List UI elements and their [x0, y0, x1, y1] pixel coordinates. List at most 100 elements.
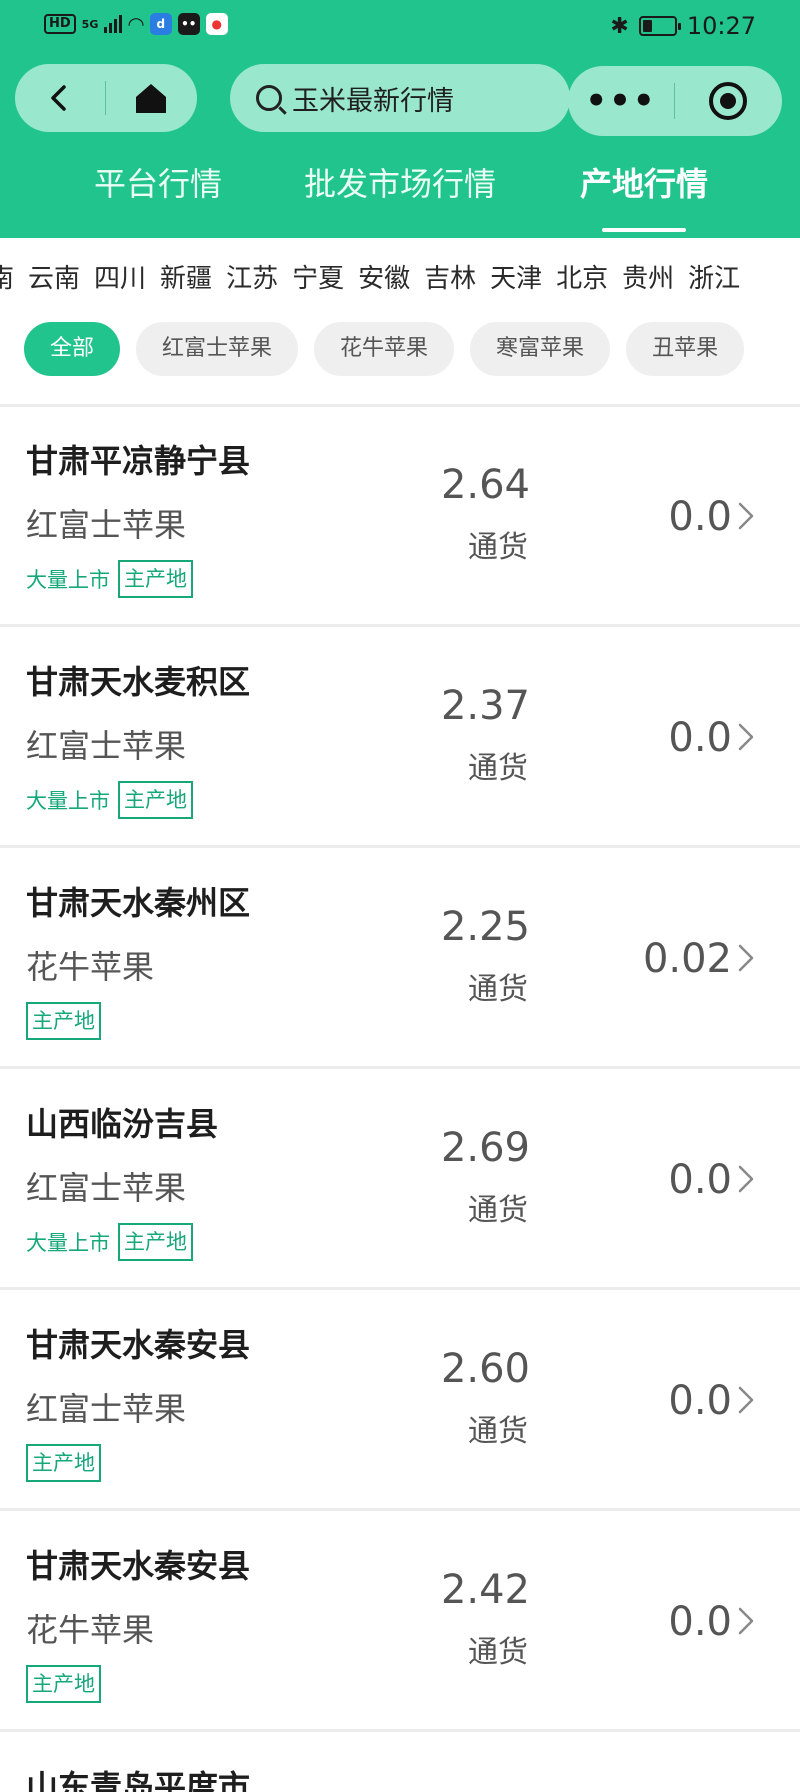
app-notification-icon: d — [149, 13, 172, 35]
hd-badge: HD — [44, 14, 76, 34]
quote-row[interactable]: 甘肃天水麦积区 红富士苹果 大量上市 主产地 2.37 通货 0.0 — [0, 627, 800, 848]
main-origin-badge: 主产地 — [118, 781, 193, 819]
tab-label: 产地行情 — [579, 165, 708, 203]
quote-list: 甘肃平凉静宁县 红富士苹果 大量上市 主产地 2.64 通货 0.0 甘肃天水麦积… — [0, 406, 800, 1792]
price-change: 0.0 — [668, 1378, 732, 1424]
home-icon — [136, 84, 166, 113]
province-item[interactable]: 浙江 — [688, 258, 740, 295]
variety-name: 花牛苹果 — [26, 948, 155, 986]
variety-name: 花牛苹果 — [26, 1611, 155, 1649]
tab-wholesale-quotes[interactable]: 批发市场行情 — [300, 160, 500, 220]
chevron-right-icon — [738, 1165, 754, 1193]
quote-row[interactable]: 山东青岛平度市 — [0, 1732, 800, 1792]
price-value: 2.64 — [440, 462, 530, 508]
province-item[interactable]: 新疆 — [160, 258, 212, 295]
wechat-icon: •• — [177, 13, 200, 35]
grade-label: 通货 — [468, 751, 528, 786]
market-tabs: 平台行情 批发市场行情 产地行情 — [0, 160, 800, 238]
quote-row[interactable]: 山西临汾吉县 红富士苹果 大量上市 主产地 2.69 通货 0.0 — [0, 1069, 800, 1290]
back-button[interactable] — [15, 64, 105, 132]
variety-filter: 全部 红富士苹果 花牛苹果 寒富苹果 丑苹果 — [0, 322, 800, 378]
variety-name: 红富士苹果 — [26, 1169, 187, 1207]
price-change: 0.0 — [668, 715, 732, 761]
supply-tag: 大量上市 — [26, 789, 110, 813]
search-text: 玉米最新行情 — [292, 85, 454, 117]
variety-chip[interactable]: 丑苹果 — [626, 322, 745, 376]
miniapp-capsule: ••• — [568, 66, 782, 136]
quote-row[interactable]: 甘肃天水秦安县 红富士苹果 主产地 2.60 通货 0.0 — [0, 1290, 800, 1511]
price-value: 2.60 — [440, 1346, 530, 1392]
province-item[interactable]: 宁夏 — [292, 258, 344, 295]
province-item[interactable]: 吉林 — [424, 258, 476, 295]
variety-name: 红富士苹果 — [26, 1390, 187, 1428]
region-name: 甘肃平凉静宁县 — [26, 442, 251, 480]
price-change: 0.02 — [642, 936, 732, 982]
search-bar[interactable]: 玉米最新行情 — [230, 64, 570, 132]
price-change: 0.0 — [668, 494, 732, 540]
region-name: 山东青岛平度市 — [26, 1768, 251, 1792]
main-origin-badge: 主产地 — [118, 1223, 193, 1261]
price-value: 2.37 — [440, 683, 530, 729]
target-circle-icon — [709, 82, 747, 120]
tag-group: 大量上市 主产地 — [26, 560, 193, 598]
map-pin-icon: ● — [205, 13, 228, 35]
region-name: 甘肃天水秦安县 — [26, 1547, 251, 1585]
price-value: 2.69 — [440, 1125, 530, 1171]
chevron-right-icon — [738, 1386, 754, 1414]
price-value: 2.25 — [440, 904, 530, 950]
main-origin-badge: 主产地 — [26, 1665, 101, 1703]
clock-time: 10:27 — [686, 12, 756, 40]
region-name: 山西临汾吉县 — [26, 1105, 219, 1143]
variety-chip[interactable]: 花牛苹果 — [314, 322, 455, 376]
wifi-icon: ◠ — [128, 12, 144, 36]
grade-label: 通货 — [468, 530, 528, 565]
province-item[interactable]: 四川 — [94, 258, 146, 295]
nav-capsule — [15, 64, 197, 132]
network-gen-label: 5G — [81, 17, 99, 31]
price-value: 2.42 — [440, 1567, 530, 1613]
grade-label: 通货 — [468, 1193, 528, 1228]
grade-label: 通货 — [468, 972, 528, 1007]
region-name: 甘肃天水秦州区 — [26, 884, 251, 922]
quote-row[interactable]: 甘肃天水秦州区 花牛苹果 主产地 2.25 通货 0.02 — [0, 848, 800, 1069]
chevron-right-icon — [738, 1607, 754, 1635]
back-icon — [51, 85, 66, 111]
province-item[interactable]: 天津 — [490, 258, 542, 295]
region-name: 甘肃天水秦安县 — [26, 1326, 251, 1364]
supply-tag: 大量上市 — [26, 1231, 110, 1255]
main-origin-badge: 主产地 — [26, 1002, 101, 1040]
chevron-right-icon — [738, 944, 754, 972]
home-button[interactable] — [106, 64, 196, 132]
main-origin-badge: 主产地 — [118, 560, 193, 598]
variety-name: 红富士苹果 — [26, 506, 187, 544]
tag-group: 主产地 — [26, 1444, 101, 1482]
more-menu-button[interactable]: ••• — [568, 66, 674, 136]
status-bar: HD 5G ◠ d •• ● ✱ 10:27 — [0, 0, 800, 54]
province-item[interactable]: 北京 — [556, 258, 608, 295]
supply-tag: 大量上市 — [26, 568, 110, 592]
tab-platform-quotes[interactable]: 平台行情 — [88, 160, 228, 220]
province-filter: 南云南 四川 新疆 江苏 宁夏 安徽 吉林 天津 北京 贵州 浙江 — [0, 238, 800, 318]
chevron-right-icon — [738, 502, 754, 530]
province-item[interactable]: 云南 — [28, 258, 80, 295]
province-item[interactable]: 贵州 — [622, 258, 674, 295]
signal-icon — [104, 15, 123, 33]
price-change: 0.0 — [668, 1599, 732, 1645]
variety-chip[interactable]: 红富士苹果 — [136, 322, 299, 376]
tab-label: 平台行情 — [93, 165, 222, 203]
province-item[interactable]: 江苏 — [226, 258, 278, 295]
variety-chip[interactable]: 寒富苹果 — [470, 322, 611, 376]
tag-group: 主产地 — [26, 1665, 101, 1703]
tab-label: 批发市场行情 — [303, 165, 496, 203]
close-miniapp-button[interactable] — [675, 66, 781, 136]
battery-icon — [638, 16, 681, 36]
province-item[interactable]: 安徽 — [358, 258, 410, 295]
tab-origin-quotes[interactable]: 产地行情 — [574, 160, 714, 232]
province-item[interactable]: 南 — [0, 258, 14, 295]
variety-chip[interactable]: 全部 — [24, 322, 121, 376]
quote-row[interactable]: 甘肃平凉静宁县 红富士苹果 大量上市 主产地 2.64 通货 0.0 — [0, 406, 800, 627]
quote-row[interactable]: 甘肃天水秦安县 花牛苹果 主产地 2.42 通货 0.0 — [0, 1511, 800, 1732]
tag-group: 大量上市 主产地 — [26, 781, 193, 819]
region-name: 甘肃天水麦积区 — [26, 663, 251, 701]
grade-label: 通货 — [468, 1414, 528, 1449]
